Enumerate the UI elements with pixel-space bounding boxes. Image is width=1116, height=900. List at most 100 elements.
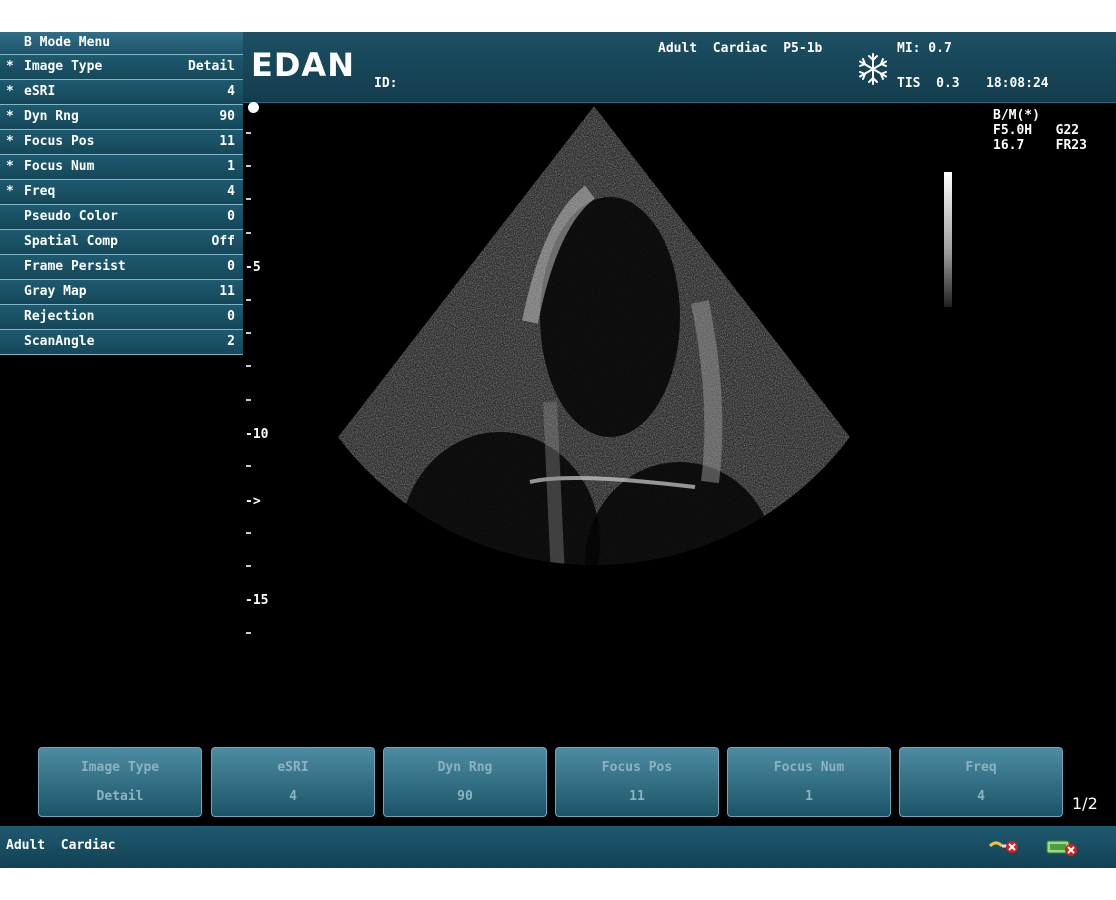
ultrasound-image[interactable] bbox=[300, 102, 900, 702]
depth-scale: -5 -10 -> -15 bbox=[243, 102, 303, 662]
menu-item-value: 0 bbox=[227, 209, 235, 224]
menu-item-value: 90 bbox=[219, 109, 235, 124]
patient-id-label: ID: bbox=[374, 76, 398, 91]
depth-label-15: -15 bbox=[245, 593, 269, 608]
modified-marker: * bbox=[6, 184, 14, 199]
depth-tick bbox=[246, 332, 251, 334]
menu-item-value: 0 bbox=[227, 259, 235, 274]
soft-button-value: 4 bbox=[977, 789, 985, 804]
param-row-1: F5.0H G22 bbox=[993, 123, 1087, 138]
orientation-marker bbox=[248, 102, 259, 113]
focus-marker: -> bbox=[245, 494, 261, 509]
soft-button-focus-num[interactable]: Focus Num 1 bbox=[727, 747, 891, 817]
menu-item-spatial-comp[interactable]: Spatial Comp Off bbox=[0, 230, 243, 255]
menu-item-value: 4 bbox=[227, 84, 235, 99]
soft-button-value: Detail bbox=[96, 789, 144, 804]
depth-tick bbox=[246, 399, 251, 401]
menu-item-pseudo-color[interactable]: Pseudo Color 0 bbox=[0, 205, 243, 230]
modified-marker: * bbox=[6, 134, 14, 149]
brand-logo: EDAN bbox=[251, 46, 355, 84]
status-bar: Adult Cardiac bbox=[0, 826, 1116, 868]
soft-button-focus-pos[interactable]: Focus Pos 11 bbox=[555, 747, 719, 817]
menu-item-label: Spatial Comp bbox=[24, 234, 118, 249]
thermal-index: TIS 0.3 bbox=[897, 76, 960, 91]
menu-item-label: Image Type bbox=[24, 59, 103, 74]
menu-item-esri[interactable]: * eSRI 4 bbox=[0, 80, 243, 105]
menu-item-label: ScanAngle bbox=[24, 334, 95, 349]
menu-item-image-type[interactable]: * Image Type Detail bbox=[0, 55, 243, 80]
soft-button-esri[interactable]: eSRI 4 bbox=[211, 747, 375, 817]
soft-button-freq[interactable]: Freq 4 bbox=[899, 747, 1063, 817]
menu-item-focus-num[interactable]: * Focus Num 1 bbox=[0, 155, 243, 180]
probe-disconnected-icon[interactable] bbox=[988, 836, 1024, 858]
menu-item-scan-angle[interactable]: ScanAngle 2 bbox=[0, 330, 243, 355]
menu-item-label: Focus Num bbox=[24, 159, 95, 174]
soft-button-label: Focus Num bbox=[773, 760, 845, 775]
menu-item-value: 1 bbox=[227, 159, 235, 174]
depth-label-5: -5 bbox=[245, 260, 261, 275]
menu-item-value: Off bbox=[211, 234, 235, 249]
mode-label: B/M(*) bbox=[993, 108, 1040, 123]
frame-rate-label: FR23 bbox=[1055, 138, 1087, 153]
modified-marker: * bbox=[6, 84, 14, 99]
menu-item-value: 0 bbox=[227, 309, 235, 324]
menu-item-label: Gray Map bbox=[24, 284, 87, 299]
soft-button-dyn-rng[interactable]: Dyn Rng 90 bbox=[383, 747, 547, 817]
depth-tick bbox=[246, 132, 251, 134]
menu-item-label: Rejection bbox=[24, 309, 95, 324]
depth-label-10: -10 bbox=[245, 427, 269, 442]
gain-label: G22 bbox=[1055, 123, 1080, 138]
mechanical-index: MI: 0.7 bbox=[897, 41, 952, 56]
menu-title: B Mode Menu bbox=[0, 32, 243, 55]
depth-tick bbox=[246, 465, 251, 467]
ultrasound-screen: EDAN ID: Adult Cardiac P5-1b MI: 0.7 TIS… bbox=[0, 32, 1116, 868]
soft-button-label: Image Type bbox=[80, 760, 160, 775]
menu-item-label: Frame Persist bbox=[24, 259, 126, 274]
menu-item-dyn-rng[interactable]: * Dyn Rng 90 bbox=[0, 105, 243, 130]
menu-item-label: Dyn Rng bbox=[24, 109, 79, 124]
grayscale-bar bbox=[944, 172, 952, 307]
soft-button-value: 1 bbox=[805, 789, 813, 804]
frequency-label: F5.0H bbox=[993, 123, 1033, 138]
menu-item-frame-persist[interactable]: Frame Persist 0 bbox=[0, 255, 243, 280]
snowflake-icon bbox=[859, 53, 887, 85]
exam-preset: Adult Cardiac bbox=[6, 838, 116, 853]
menu-item-gray-map[interactable]: Gray Map 11 bbox=[0, 280, 243, 305]
depth-tick bbox=[246, 565, 251, 567]
network-disconnected-icon[interactable] bbox=[1045, 836, 1081, 858]
depth-tick bbox=[246, 299, 251, 301]
menu-item-value: 4 bbox=[227, 184, 235, 199]
b-mode-menu: B Mode Menu * Image Type Detail * eSRI 4… bbox=[0, 32, 243, 355]
menu-item-value: Detail bbox=[188, 59, 235, 74]
top-header: EDAN ID: Adult Cardiac P5-1b MI: 0.7 TIS… bbox=[243, 32, 1116, 103]
clock: 18:08:24 bbox=[986, 76, 1049, 91]
depth-tick bbox=[246, 365, 251, 367]
depth-tick bbox=[246, 198, 251, 200]
menu-item-rejection[interactable]: Rejection 0 bbox=[0, 305, 243, 330]
depth-label: 16.7 bbox=[993, 138, 1025, 153]
image-parameters: B/M(*) F5.0H G22 16.7 FR23 bbox=[993, 108, 1087, 153]
soft-button-value: 4 bbox=[289, 789, 297, 804]
page-indicator[interactable]: 1/2 bbox=[1072, 794, 1098, 813]
soft-button-label: Dyn Rng bbox=[437, 760, 493, 775]
soft-button-image-type[interactable]: Image Type Detail bbox=[38, 747, 202, 817]
menu-item-value: 11 bbox=[219, 284, 235, 299]
menu-item-value: 11 bbox=[219, 134, 235, 149]
depth-tick bbox=[246, 532, 251, 534]
modified-marker: * bbox=[6, 159, 14, 174]
menu-item-label: Focus Pos bbox=[24, 134, 95, 149]
modified-marker: * bbox=[6, 109, 14, 124]
soft-button-value: 11 bbox=[629, 789, 645, 804]
menu-item-value: 2 bbox=[227, 334, 235, 349]
menu-item-focus-pos[interactable]: * Focus Pos 11 bbox=[0, 130, 243, 155]
menu-item-label: Pseudo Color bbox=[24, 209, 118, 224]
menu-item-freq[interactable]: * Freq 4 bbox=[0, 180, 243, 205]
menu-item-label: eSRI bbox=[24, 84, 56, 99]
soft-button-label: Freq bbox=[965, 760, 997, 775]
depth-tick bbox=[246, 232, 251, 234]
soft-button-label: Focus Pos bbox=[601, 760, 673, 775]
soft-button-label: eSRI bbox=[277, 760, 309, 775]
menu-item-label: Freq bbox=[24, 184, 56, 199]
depth-tick bbox=[246, 165, 251, 167]
probe-preset: Adult Cardiac P5-1b bbox=[658, 41, 823, 56]
